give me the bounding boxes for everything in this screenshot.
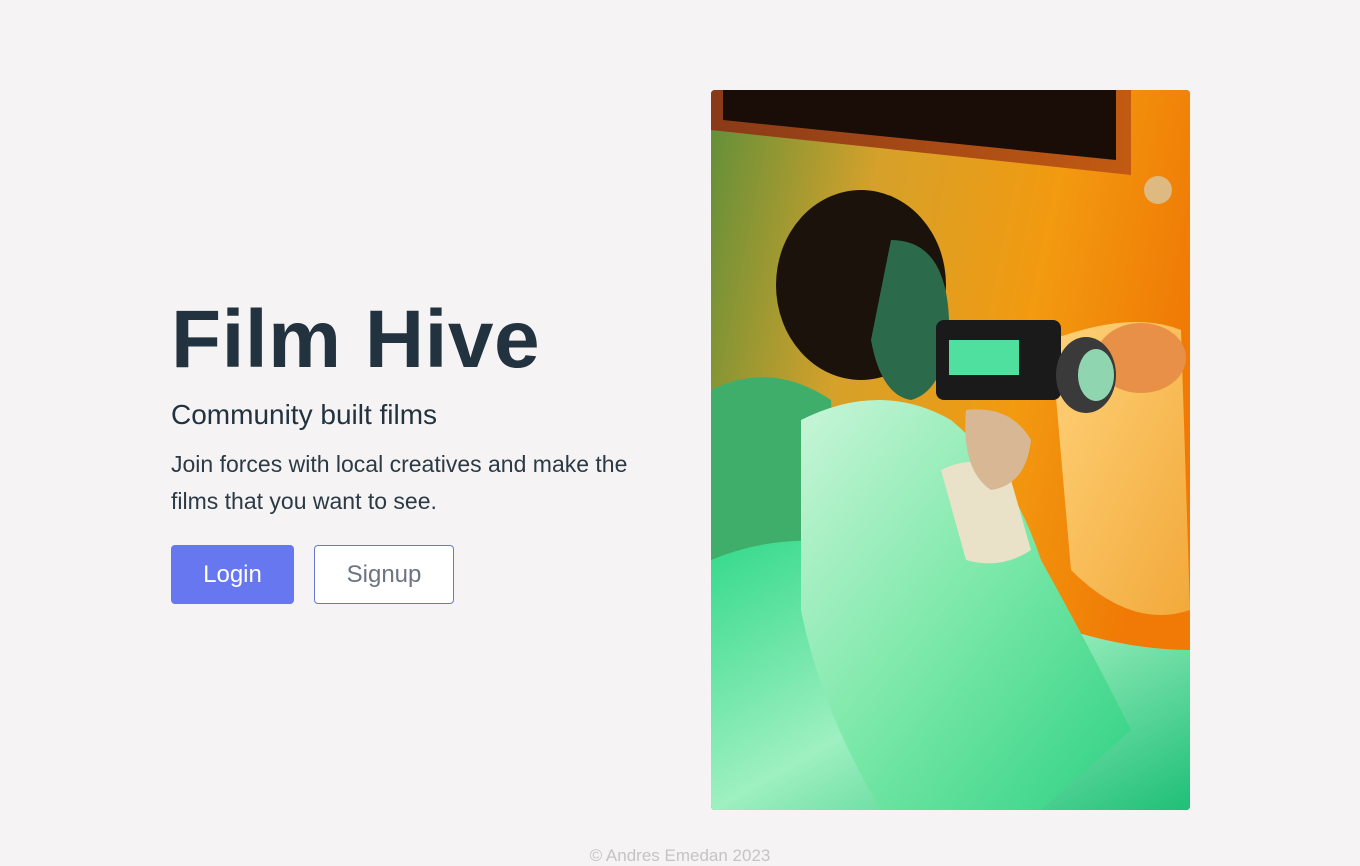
login-button[interactable]: Login	[171, 545, 294, 604]
hero-image	[711, 90, 1190, 810]
hero-description: Join forces with local creatives and mak…	[171, 451, 628, 514]
hero-section: Film Hive Community built films Join for…	[171, 292, 651, 604]
page-title: Film Hive	[171, 294, 541, 385]
page-subtitle: Community built films	[171, 399, 438, 430]
signup-button[interactable]: Signup	[314, 545, 454, 604]
landing-page: Film Hive Community built films Join for…	[0, 0, 1360, 866]
auth-buttons: Login Signup	[171, 545, 651, 604]
copyright-footer: © Andres Emedan 2023	[589, 846, 771, 865]
